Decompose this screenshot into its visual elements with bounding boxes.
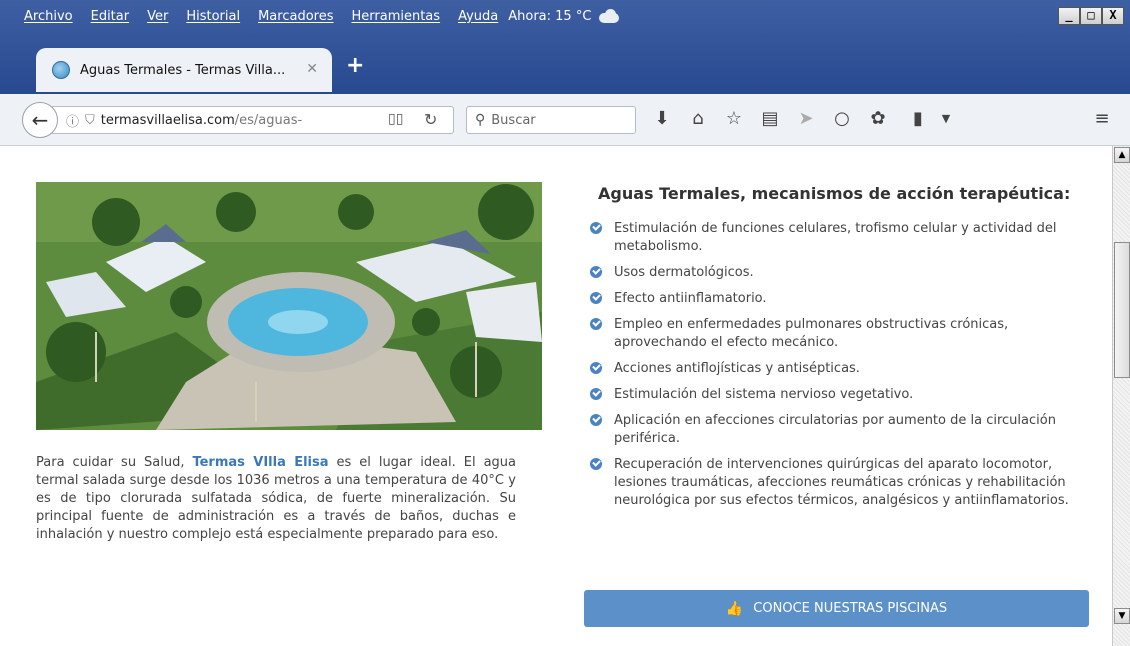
bookmarks-list-icon[interactable]: ▤ (758, 106, 782, 132)
tab-close-icon[interactable]: ✕ (306, 61, 318, 77)
chat-bubble-icon[interactable]: ○ (830, 106, 854, 132)
close-window-button[interactable]: X (1102, 7, 1124, 25)
check-circle-icon (590, 292, 602, 304)
menu-ayuda[interactable]: Ayuda (458, 9, 498, 24)
benefits-list: Estimulación de funciones celulares, tro… (590, 220, 1090, 518)
bookmark-star-icon[interactable]: ☆ (722, 106, 746, 132)
benefit-text: Usos dermatológicos. (614, 265, 754, 280)
list-item: Estimulación del sistema nervioso vegeta… (590, 386, 1090, 404)
list-item: Efecto antiinflamatorio. (590, 290, 1090, 308)
brand-name-link[interactable]: Termas VIlla Elisa (192, 455, 328, 470)
vertical-scrollbar[interactable]: ▲ ▼ (1112, 146, 1130, 646)
check-circle-icon (590, 266, 602, 278)
intro-text-before: Para cuidar su Salud, (36, 455, 193, 470)
tab-active[interactable]: Aguas Termales - Termas Villa... ✕ (36, 48, 332, 92)
menu-herramientas[interactable]: Herramientas (352, 9, 441, 24)
menu-editar[interactable]: Editar (91, 9, 130, 24)
check-circle-icon (590, 362, 602, 374)
benefits-heading: Aguas Termales, mecanismos de acción ter… (598, 184, 1071, 203)
scroll-down-arrow-icon[interactable]: ▼ (1114, 608, 1130, 624)
overflow-dropdown-icon[interactable]: ▼ (934, 106, 958, 132)
menu-ver[interactable]: Ver (147, 9, 168, 24)
benefit-text: Efecto antiinflamatorio. (614, 291, 767, 306)
weather-widget[interactable]: Ahora: 15 °C (508, 9, 621, 24)
url-text: termasvillaelisa.com/es/aguas- (101, 113, 302, 128)
page-content: Para cuidar su Salud, Termas VIlla Elisa… (0, 146, 1112, 646)
list-item: Empleo en enfermedades pulmonares obstru… (590, 316, 1090, 352)
check-circle-icon (590, 388, 602, 400)
navigation-toolbar: ⓘ ⛉ termasvillaelisa.com/es/aguas- ▯▯ ↻ … (0, 94, 1130, 146)
url-path: /es/aguas- (234, 112, 303, 128)
hamburger-menu-icon[interactable]: ≡ (1090, 106, 1114, 132)
list-item: Recuperación de intervenciones quirúrgic… (590, 456, 1090, 510)
menu-marcadores[interactable]: Marcadores (258, 9, 333, 24)
scroll-up-arrow-icon[interactable]: ▲ (1114, 147, 1130, 163)
device-icon[interactable]: ▮ (906, 106, 930, 132)
cloud-icon (595, 9, 621, 23)
check-circle-icon (590, 414, 602, 426)
download-icon[interactable]: ⬇ (650, 106, 674, 132)
thermal-pool-photo (36, 182, 542, 430)
minimize-button[interactable]: _ (1058, 7, 1080, 25)
check-circle-icon (590, 458, 602, 470)
url-bar[interactable]: ⓘ ⛉ termasvillaelisa.com/es/aguas- ▯▯ ↻ (52, 106, 454, 134)
search-box[interactable]: ⚲ Buscar (466, 106, 636, 134)
intro-paragraph: Para cuidar su Salud, Termas VIlla Elisa… (36, 454, 516, 544)
benefit-text: Estimulación del sistema nervioso vegeta… (614, 387, 914, 402)
maximize-button[interactable]: □ (1080, 7, 1102, 25)
check-circle-icon (590, 318, 602, 330)
conoce-piscinas-button[interactable]: 👍 CONOCE NUESTRAS PISCINAS (584, 590, 1089, 627)
search-icon: ⚲ (475, 112, 486, 128)
reader-view-icon[interactable]: ▯▯ (388, 111, 403, 127)
reload-icon[interactable]: ↻ (424, 110, 437, 129)
list-item: Acciones antiflojísticas y antisépticas. (590, 360, 1090, 378)
favicon-icon (52, 61, 70, 79)
window-controls: _ □ X (1058, 7, 1124, 25)
back-arrow-icon: ← (31, 108, 49, 132)
info-icon[interactable]: ⓘ (66, 111, 79, 130)
search-placeholder: Buscar (491, 112, 536, 128)
scroll-thumb[interactable] (1114, 242, 1130, 378)
benefit-text: Recuperación de intervenciones quirúrgic… (614, 457, 1069, 508)
benefit-text: Acciones antiflojísticas y antisépticas. (614, 361, 860, 376)
home-icon[interactable]: ⌂ (686, 106, 710, 132)
new-tab-button[interactable]: + (346, 55, 364, 77)
menu-archivo[interactable]: Archivo (24, 9, 73, 24)
list-item: Estimulación de funciones celulares, tro… (590, 220, 1090, 256)
pocket-send-icon[interactable]: ➤ (794, 106, 818, 132)
weather-label: Ahora: 15 °C (508, 8, 592, 24)
benefit-text: Empleo en enfermedades pulmonares obstru… (614, 317, 1009, 350)
list-item: Usos dermatológicos. (590, 264, 1090, 282)
tab-title: Aguas Termales - Termas Villa... (80, 62, 286, 78)
shield-icon[interactable]: ⛉ (85, 113, 95, 128)
thumbs-up-icon: 👍 (725, 600, 744, 617)
list-item: Aplicación en afecciones circulatorias p… (590, 412, 1090, 448)
menu-historial[interactable]: Historial (186, 9, 240, 24)
extension-icon[interactable]: ✿ (866, 106, 890, 132)
window-titlebar: Archivo Editar Ver Historial Marcadores … (0, 0, 1130, 94)
check-circle-icon (590, 222, 602, 234)
menu-bar: Archivo Editar Ver Historial Marcadores … (0, 0, 1130, 32)
benefit-text: Aplicación en afecciones circulatorias p… (614, 413, 1056, 446)
url-domain: termasvillaelisa.com (100, 112, 235, 128)
benefit-text: Estimulación de funciones celulares, tro… (614, 221, 1057, 254)
cta-label: CONOCE NUESTRAS PISCINAS (753, 601, 948, 616)
back-button[interactable]: ← (22, 102, 58, 138)
